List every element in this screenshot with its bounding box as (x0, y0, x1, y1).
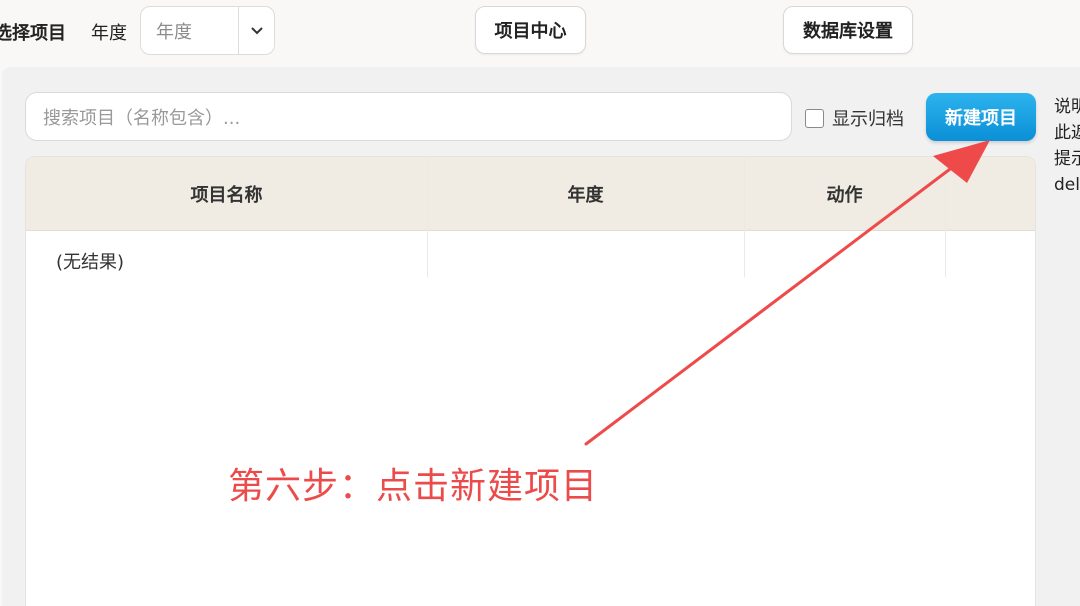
show-archived-label: 显示归档 (832, 109, 904, 130)
column-divider (427, 157, 428, 277)
show-archived-toggle[interactable]: 显示归档 (805, 105, 904, 131)
year-label: 年度 (91, 23, 127, 44)
select-project-label: 选择项目 (0, 23, 66, 44)
project-center-button[interactable]: 项目中心 (475, 6, 586, 54)
search-input[interactable]: 搜索项目（名称包含）... (25, 92, 792, 141)
step-annotation: 第六步：点击新建项目 (228, 466, 599, 507)
year-select[interactable]: 年度 (140, 6, 275, 55)
top-bar: 选择项目 年度 年度 项目中心 数据库设置 (0, 0, 1080, 62)
column-header-name[interactable]: 项目名称 (26, 157, 427, 231)
year-select-value: 年度 (156, 21, 192, 43)
side-note-line: 说明 (1054, 97, 1080, 117)
chevron-down-icon[interactable] (238, 7, 274, 54)
side-note-line: 提示 (1054, 149, 1080, 169)
side-note-line: 此返 (1054, 123, 1080, 143)
side-note-line: del (1054, 175, 1080, 195)
new-project-button[interactable]: 新建项目 (926, 93, 1036, 141)
side-note: 说明 此返 提示 del (1054, 94, 1080, 198)
column-divider (945, 157, 946, 277)
show-archived-checkbox[interactable] (805, 108, 824, 128)
column-divider (744, 157, 745, 277)
project-table: 项目名称 年度 动作 (无结果) (25, 156, 1036, 606)
table-header: 项目名称 年度 动作 (26, 157, 1035, 231)
database-settings-button[interactable]: 数据库设置 (783, 6, 913, 54)
column-header-action[interactable]: 动作 (744, 157, 945, 231)
column-header-year[interactable]: 年度 (427, 157, 744, 231)
empty-result-text: (无结果) (56, 252, 125, 273)
